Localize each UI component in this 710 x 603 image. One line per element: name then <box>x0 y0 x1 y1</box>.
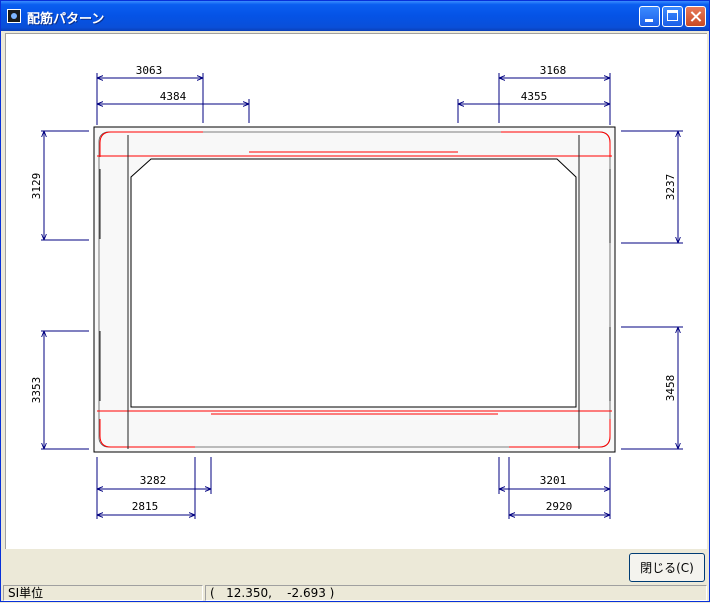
close-button[interactable]: 閉じる(C) <box>629 553 705 582</box>
status-bar: SI単位 ( 12.350, -2.693 ) <box>1 585 709 601</box>
dim-bottom-left-lower: 2815 <box>132 500 159 513</box>
dim-top-left-lower: 4384 <box>160 90 187 103</box>
dim-top-right-lower: 4355 <box>521 90 548 103</box>
status-units: SI単位 <box>3 585 203 601</box>
dim-bottom-right-upper: 3201 <box>540 474 567 487</box>
dim-left-upper: 3129 <box>30 173 43 200</box>
box-inner-opening <box>130 158 577 408</box>
dim-right-lower: 3458 <box>664 375 677 402</box>
rebar-pattern-drawing: 3063 4384 3168 4355 3282 2815 3201 2920 … <box>30 64 683 519</box>
status-coords: ( 12.350, -2.693 ) <box>205 585 707 601</box>
drawing-canvas[interactable]: 3063 4384 3168 4355 3282 2815 3201 2920 … <box>5 33 707 549</box>
dim-top-left-upper: 3063 <box>136 64 163 77</box>
dim-right-upper: 3237 <box>664 174 677 201</box>
dim-bottom-right-lower: 2920 <box>546 500 573 513</box>
dim-left-lower: 3353 <box>30 377 43 404</box>
dim-top-right-upper: 3168 <box>540 64 567 77</box>
window: 配筋パターン 3063 4384 3168 4355 3282 2815 320… <box>0 0 710 602</box>
dim-bottom-left-upper: 3282 <box>140 474 167 487</box>
